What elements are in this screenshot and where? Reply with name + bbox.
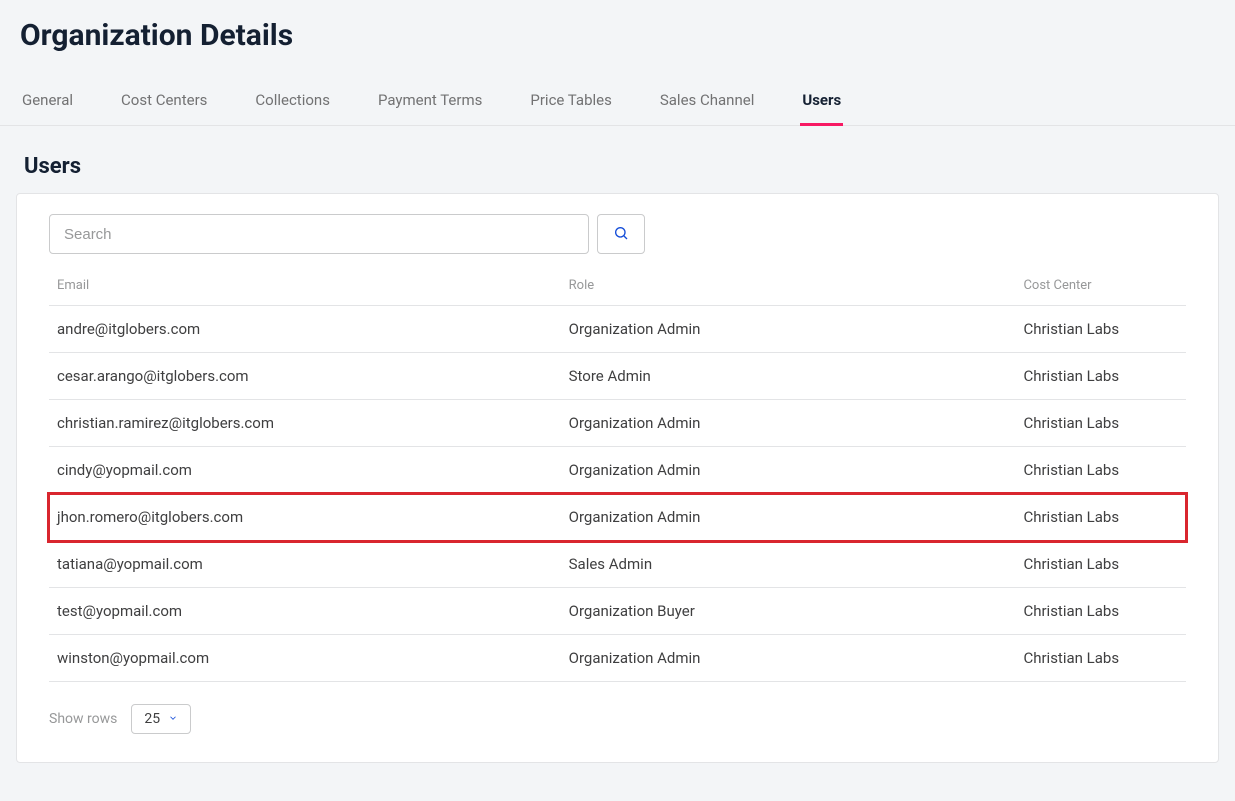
table-row[interactable]: cesar.arango@itglobers.comStore AdminChr… [49,353,1186,400]
cell-role: Store Admin [561,353,1016,400]
tab-payment-terms[interactable]: Payment Terms [376,81,484,126]
search-row [49,214,1186,254]
pager-label: Show rows [49,711,117,727]
cell-email: christian.ramirez@itglobers.com [49,400,561,447]
cell-email: jhon.romero@itglobers.com [49,494,561,541]
page-title: Organization Details [0,0,1235,71]
col-header-email: Email [49,268,561,306]
table-row[interactable]: winston@yopmail.comOrganization AdminChr… [49,635,1186,682]
cell-cost_center: Christian Labs [1015,306,1186,353]
cell-role: Organization Admin [561,400,1016,447]
section-title: Users [0,126,1235,193]
cell-role: Organization Admin [561,494,1016,541]
page-size-select[interactable]: 25 [131,704,191,734]
search-icon [613,225,629,244]
tab-sales-channel[interactable]: Sales Channel [658,81,756,126]
cell-email: tatiana@yopmail.com [49,541,561,588]
tab-collections[interactable]: Collections [253,81,332,126]
tab-price-tables[interactable]: Price Tables [528,81,613,126]
cell-email: cesar.arango@itglobers.com [49,353,561,400]
tab-cost-centers[interactable]: Cost Centers [119,81,209,126]
users-card: Email Role Cost Center andre@itglobers.c… [16,193,1219,763]
users-table: Email Role Cost Center andre@itglobers.c… [49,268,1186,682]
table-row[interactable]: cindy@yopmail.comOrganization AdminChris… [49,447,1186,494]
cell-email: andre@itglobers.com [49,306,561,353]
table-row[interactable]: jhon.romero@itglobers.comOrganization Ad… [49,494,1186,541]
cell-cost_center: Christian Labs [1015,400,1186,447]
table-row[interactable]: andre@itglobers.comOrganization AdminChr… [49,306,1186,353]
table-row[interactable]: christian.ramirez@itglobers.comOrganizat… [49,400,1186,447]
table-row[interactable]: test@yopmail.comOrganization BuyerChrist… [49,588,1186,635]
cell-role: Organization Buyer [561,588,1016,635]
cell-role: Sales Admin [561,541,1016,588]
search-input[interactable] [49,214,589,254]
cell-role: Organization Admin [561,306,1016,353]
search-button[interactable] [597,214,645,254]
tab-general[interactable]: General [20,81,75,126]
cell-cost_center: Christian Labs [1015,353,1186,400]
col-header-role: Role [561,268,1016,306]
cell-cost_center: Christian Labs [1015,588,1186,635]
cell-email: test@yopmail.com [49,588,561,635]
cell-role: Organization Admin [561,447,1016,494]
cell-email: cindy@yopmail.com [49,447,561,494]
page-size-value: 25 [144,711,160,727]
chevron-down-icon [168,711,178,727]
tab-users[interactable]: Users [800,81,843,126]
cell-cost_center: Christian Labs [1015,541,1186,588]
cell-cost_center: Christian Labs [1015,635,1186,682]
pager: Show rows 25 [49,704,1186,734]
col-header-cost-center: Cost Center [1015,268,1186,306]
cell-cost_center: Christian Labs [1015,447,1186,494]
cell-cost_center: Christian Labs [1015,494,1186,541]
table-row[interactable]: tatiana@yopmail.comSales AdminChristian … [49,541,1186,588]
tabs-nav: General Cost Centers Collections Payment Te… [0,81,1235,126]
cell-role: Organization Admin [561,635,1016,682]
cell-email: winston@yopmail.com [49,635,561,682]
